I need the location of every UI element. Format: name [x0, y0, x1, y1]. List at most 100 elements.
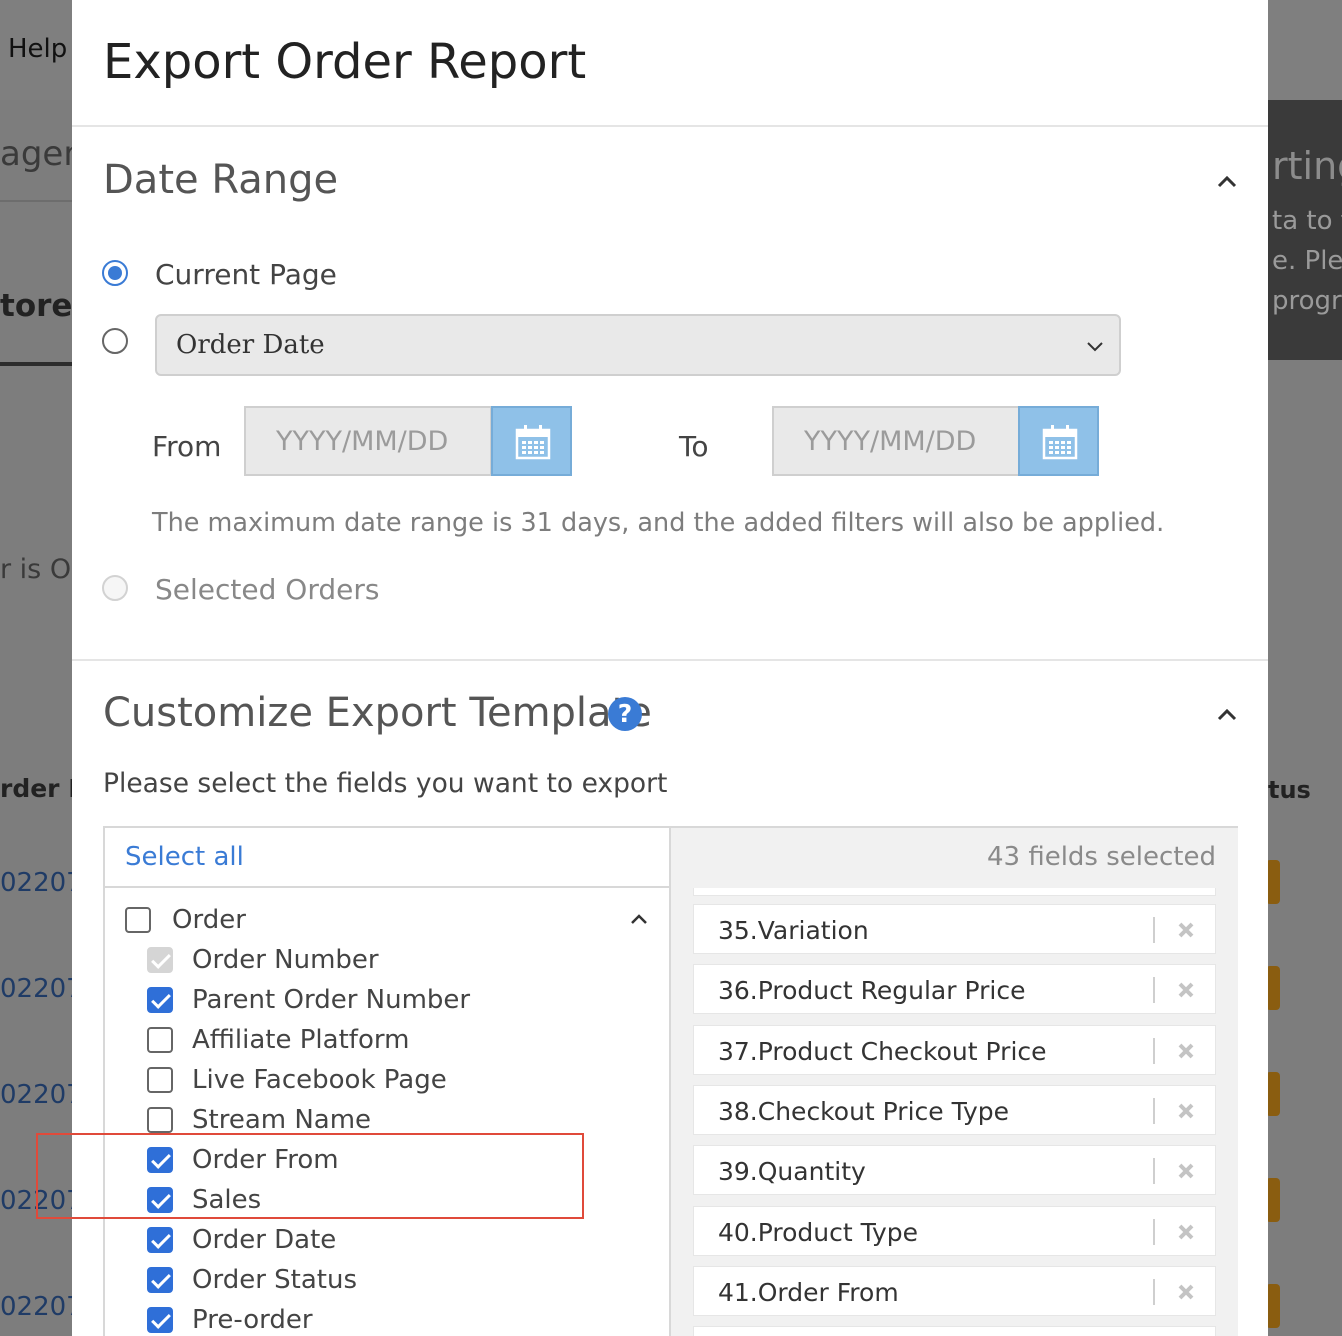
- background-notice-line: ta to f: [1272, 206, 1342, 236]
- divider: [1153, 1158, 1155, 1184]
- selected-field-label: 41.Order From: [718, 1278, 899, 1307]
- active-tab-underline: [0, 362, 72, 366]
- field-checkbox-order-number: [147, 947, 173, 973]
- background-status-column: tus: [1268, 776, 1311, 804]
- background-notice-title: rting: [1272, 144, 1342, 188]
- selected-field-label: 36.Product Regular Price: [718, 976, 1026, 1005]
- close-icon[interactable]: [1175, 1160, 1197, 1182]
- to-label: To: [679, 430, 709, 463]
- selected-field-chip[interactable]: 40.Product Type: [693, 1206, 1216, 1256]
- background-notice-panel: rting ta to f e. Plea progre: [1268, 100, 1342, 360]
- selected-field-chip-partial: [693, 888, 1216, 896]
- modal-header: Export Order Report: [72, 0, 1268, 127]
- field-checkbox-parent-order-number[interactable]: [147, 987, 173, 1013]
- to-date-placeholder: YYYY/MM/DD: [804, 426, 977, 457]
- field-checkbox-affiliate-platform[interactable]: [147, 1027, 173, 1053]
- selected-orders-radio: [102, 575, 128, 601]
- current-page-radio[interactable]: [102, 260, 128, 286]
- to-date-input[interactable]: YYYY/MM/DD: [772, 406, 1020, 476]
- select-all-link[interactable]: Select all: [125, 842, 244, 872]
- field-label: Order Number: [192, 945, 379, 975]
- available-fields-column: Select all Order Order Number Parent Ord…: [105, 828, 671, 1336]
- selected-count: 43 fields selected: [986, 842, 1216, 872]
- chevron-down-icon: [1087, 342, 1103, 352]
- from-label: From: [152, 430, 222, 463]
- divider: [1153, 1098, 1155, 1124]
- date-range-hint: The maximum date range is 31 days, and t…: [152, 508, 1165, 538]
- question-circle-icon[interactable]: ?: [608, 697, 642, 731]
- to-calendar-button[interactable]: [1018, 406, 1099, 476]
- divider: [1153, 1038, 1155, 1064]
- selected-field-chip[interactable]: 37.Product Checkout Price: [693, 1025, 1216, 1075]
- field-label: Affiliate Platform: [192, 1025, 410, 1055]
- field-label: Pre-order: [192, 1305, 313, 1335]
- help-menu[interactable]: Help: [8, 34, 67, 64]
- selected-field-chip-partial: [693, 1326, 1216, 1336]
- selected-field-chip[interactable]: 38.Checkout Price Type: [693, 1085, 1216, 1135]
- divider: [1153, 977, 1155, 1003]
- background-status-badge: [1266, 1178, 1280, 1222]
- order-group-checkbox[interactable]: [125, 907, 151, 933]
- field-label: Parent Order Number: [192, 985, 471, 1015]
- selected-field-chip[interactable]: 35.Variation: [693, 904, 1216, 954]
- from-date-placeholder: YYYY/MM/DD: [276, 426, 449, 457]
- from-date-input[interactable]: YYYY/MM/DD: [244, 406, 492, 476]
- selected-field-chip[interactable]: 36.Product Regular Price: [693, 964, 1216, 1014]
- close-icon[interactable]: [1175, 919, 1197, 941]
- calendar-icon: [515, 425, 551, 460]
- selected-field-label: 40.Product Type: [718, 1218, 919, 1247]
- close-icon[interactable]: [1175, 1100, 1197, 1122]
- selected-field-chip[interactable]: 39.Quantity: [693, 1145, 1216, 1195]
- divider: [0, 200, 72, 202]
- date-range-radio[interactable]: [102, 328, 128, 354]
- divider: [1153, 1219, 1155, 1245]
- selected-orders-label: Selected Orders: [155, 573, 380, 606]
- field-label: Stream Name: [192, 1105, 372, 1135]
- background-notice-line: e. Plea: [1272, 246, 1342, 276]
- selected-field-label: 39.Quantity: [718, 1157, 866, 1186]
- date-range-title: Date Range: [103, 157, 339, 203]
- current-page-label: Current Page: [155, 258, 337, 291]
- selected-field-label: 37.Product Checkout Price: [718, 1037, 1047, 1066]
- background-status-badge: [1266, 1072, 1280, 1116]
- selected-field-chip[interactable]: 41.Order From: [693, 1266, 1216, 1316]
- close-icon[interactable]: [1175, 1281, 1197, 1303]
- field-selector-panel: Select all Order Order Number Parent Ord…: [103, 826, 1238, 1336]
- field-checkbox-pre-order[interactable]: [147, 1307, 173, 1333]
- order-group-label: Order: [172, 905, 246, 935]
- divider: [1153, 1279, 1155, 1305]
- calendar-icon: [1042, 425, 1078, 460]
- close-icon[interactable]: [1175, 1221, 1197, 1243]
- field-checkbox-order-status[interactable]: [147, 1267, 173, 1293]
- background-filter-text: r is O: [0, 554, 72, 585]
- background-notice-line: progre: [1272, 286, 1342, 316]
- chevron-up-icon[interactable]: [1216, 704, 1238, 726]
- modal-title: Export Order Report: [103, 34, 587, 90]
- divider: [1153, 917, 1155, 943]
- chevron-up-icon[interactable]: [1216, 171, 1238, 193]
- export-template-title: Customize Export Template: [103, 690, 652, 736]
- background-status-badge: [1266, 966, 1280, 1010]
- field-checkbox-live-facebook-page[interactable]: [147, 1067, 173, 1093]
- close-icon[interactable]: [1175, 979, 1197, 1001]
- selected-fields-column: 43 fields selected 35.Variation 36.Produ…: [671, 828, 1238, 1336]
- highlight-box: [36, 1133, 584, 1219]
- selected-fields-header: 43 fields selected: [671, 828, 1238, 888]
- date-type-value: Order Date: [176, 330, 325, 360]
- selected-field-label: 38.Checkout Price Type: [718, 1097, 1010, 1126]
- chevron-up-icon[interactable]: [629, 910, 649, 930]
- close-icon[interactable]: [1175, 1040, 1197, 1062]
- field-checkbox-order-date[interactable]: [147, 1227, 173, 1253]
- field-checkbox-stream-name[interactable]: [147, 1107, 173, 1133]
- from-calendar-button[interactable]: [491, 406, 572, 476]
- background-store-tab: tore: [0, 288, 73, 324]
- field-label: Order Date: [192, 1225, 337, 1255]
- selected-field-label: 35.Variation: [718, 916, 869, 945]
- field-label: Live Facebook Page: [192, 1065, 447, 1095]
- available-fields-header: Select all: [105, 828, 669, 888]
- background-status-badge: [1266, 1284, 1280, 1328]
- field-label: Order Status: [192, 1265, 358, 1295]
- background-status-badge: [1266, 860, 1280, 904]
- date-type-select[interactable]: Order Date: [155, 314, 1121, 376]
- export-template-subtitle: Please select the fields you want to exp…: [103, 768, 668, 799]
